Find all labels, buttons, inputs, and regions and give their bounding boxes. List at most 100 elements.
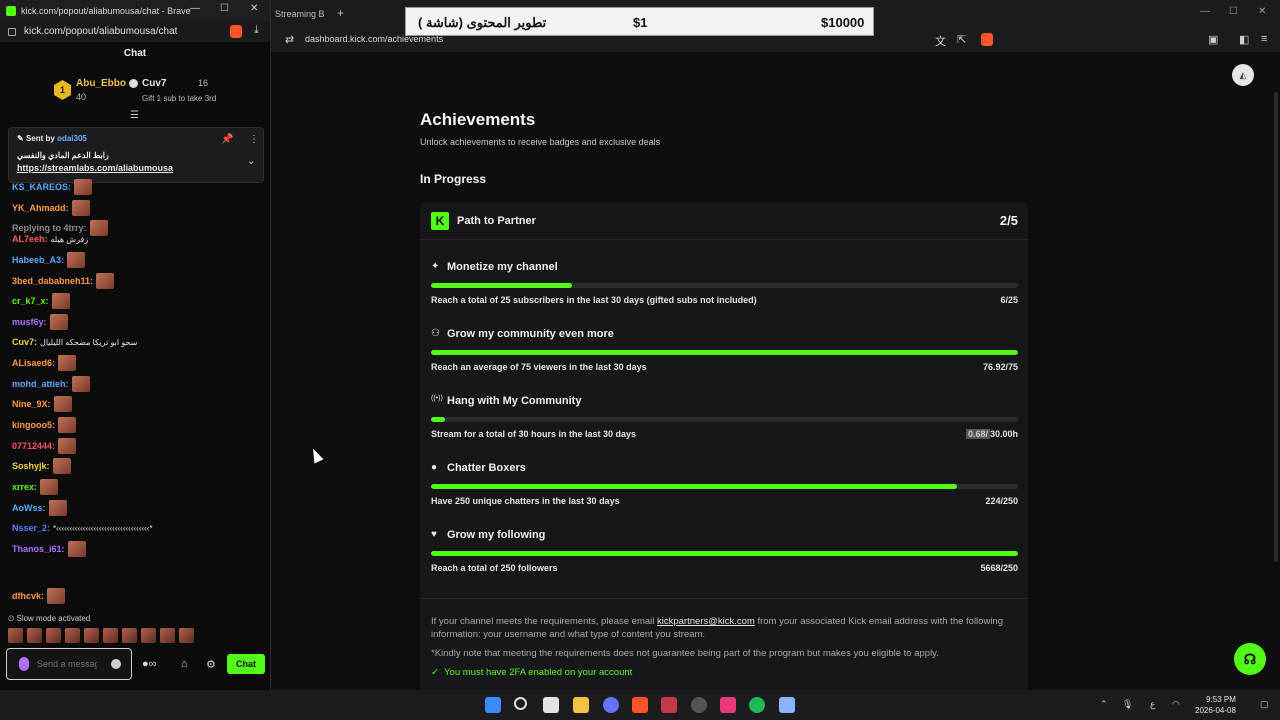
chat-username[interactable]: xrrex: [12,482,37,492]
minimize-icon[interactable]: — [1200,6,1210,17]
chat-username[interactable]: kingooo5: [12,420,55,430]
maximize-icon[interactable]: ☐ [1229,6,1238,17]
brave-browser-icon[interactable] [632,697,648,713]
chat-message: Thanos_i61: [12,540,86,558]
brave-shield-icon[interactable] [230,25,242,38]
wifi-icon[interactable]: ◠ [1172,699,1180,710]
donation-current: $1 [633,15,648,30]
chat-send-button[interactable]: Chat [227,654,265,674]
goal-title: Grow my following [447,529,546,541]
goal-progress-fill [431,417,445,422]
sidebar-icon[interactable]: ◧ [1239,33,1249,46]
maximize-icon[interactable]: ☐ [220,3,229,14]
chat-username[interactable]: AL7eeh: [12,234,48,244]
new-tab-icon[interactable]: + [337,6,344,20]
chat-username[interactable]: mohd_attieh: [12,379,69,389]
close-icon[interactable]: ✕ [1258,6,1266,17]
obs-icon[interactable] [691,697,707,713]
emote-button[interactable] [8,628,23,643]
goal-icon: ✦ [431,261,440,272]
chevron-down-icon[interactable]: ⌄ [247,156,255,167]
microphone-icon[interactable] [19,657,29,671]
browser-tab[interactable]: Streaming B [273,4,333,24]
mic-icon[interactable]: 🎙 [1122,699,1133,710]
chat-username[interactable]: ALisaed6: [12,358,55,368]
chat-username[interactable]: AoWss: [12,503,46,513]
emote-button[interactable] [103,628,118,643]
tray-overflow-icon[interactable]: ⌃ [1100,699,1108,710]
emote-button[interactable] [84,628,99,643]
brave-shield-icon[interactable] [981,33,993,46]
unpin-icon[interactable]: 📌 [221,134,233,145]
emote-image [51,293,70,309]
app-icon[interactable] [720,697,736,713]
store-icon[interactable]: ⌂ [181,658,188,670]
task-view-icon[interactable] [543,697,559,713]
site-info-icon[interactable] [8,27,16,36]
chat-username[interactable]: KS_KAREOS: [12,182,71,192]
chat-username[interactable]: Habeeb_A3: [12,255,64,265]
rank-1-medal-icon: 1 [54,80,71,100]
emote-image [71,376,90,392]
goal-icon: ♥ [431,529,437,540]
chat-username[interactable]: Cuv7: [12,337,37,347]
discord-icon[interactable] [603,697,619,713]
start-icon[interactable] [485,697,501,713]
minimize-icon[interactable]: — [190,3,200,14]
support-chat-button[interactable]: ☊ [1234,643,1266,675]
check-icon: ✓ [431,667,439,678]
rank-2-name[interactable]: Cuv7 [142,78,166,89]
notifications-icon[interactable]: ▢ [1260,699,1269,710]
close-icon[interactable]: ✕ [250,3,258,14]
file-explorer-icon[interactable] [573,697,589,713]
emote-button[interactable] [27,628,42,643]
chat-username[interactable]: Soshyjk: [12,461,50,471]
page-scrollbar[interactable] [1274,92,1278,562]
emote-button[interactable] [46,628,61,643]
chat-input-box[interactable] [6,648,132,680]
chat-address-bar[interactable]: kick.com/popout/aliabumousa/chat ⤓ [0,21,270,42]
chat-message: YK_Ahmadd: [12,199,90,217]
chat-username[interactable]: musf6y: [12,317,47,327]
rank-1-name[interactable]: Abu_Ebbo [76,78,126,89]
download-icon[interactable]: ⤓ [254,24,259,37]
emote-image [52,458,71,474]
goal-value: 76.92/75 [983,362,1018,372]
chat-message: ALisaed6: [12,354,77,372]
spotify-icon[interactable] [749,697,765,713]
chat-message-input[interactable] [37,659,97,669]
chat-username[interactable]: 07712444: [12,441,55,451]
chat-username[interactable]: dfhcvk: [12,591,44,601]
translate-icon[interactable]: 文 [935,33,946,49]
emote-button[interactable] [179,628,194,643]
reading-mode-icon[interactable]: ▣ [1208,33,1218,46]
clock[interactable]: 9:53 PM 2026-04-08 [1195,694,1236,716]
language-icon[interactable]: ع [1150,699,1155,710]
partner-email-link[interactable]: kickpartners@kick.com [657,616,755,627]
search-icon[interactable] [514,697,527,710]
emote-button[interactable] [122,628,137,643]
settings-gear-icon[interactable]: ⚙ [206,658,216,671]
pinned-link[interactable]: https://streamlabs.com/aliabumousa [17,163,255,173]
chat-username[interactable]: 3bed_dababneh11: [12,276,93,286]
goal-icon: ⚇ [431,328,440,339]
chat-username[interactable]: Nsser_2: [12,523,50,533]
chat-username[interactable]: cr_k7_x: [12,296,49,306]
site-info-icon[interactable]: ⇄ [285,33,294,46]
emote-button[interactable] [160,628,175,643]
chat-username[interactable]: Nine_9X: [12,399,51,409]
more-options-icon[interactable]: ⋮ [249,134,259,145]
pinned-username[interactable]: odai305 [57,134,87,143]
chat-username[interactable]: YK_Ahmadd: [12,203,69,213]
chat-username[interactable]: Thanos_i61: [12,544,65,554]
user-avatar[interactable]: ◭ [1232,64,1254,86]
share-icon[interactable]: ⇱ [957,33,966,46]
collapse-leaderboard-icon[interactable]: ☰ [130,110,139,121]
points-icon[interactable]: ●∞ [142,658,157,670]
emote-button[interactable] [65,628,80,643]
emote-button[interactable] [141,628,156,643]
emoji-picker-icon[interactable] [111,659,121,669]
menu-icon[interactable]: ≡ [1261,33,1267,45]
app-icon[interactable] [661,697,677,713]
app-icon[interactable] [779,697,795,713]
